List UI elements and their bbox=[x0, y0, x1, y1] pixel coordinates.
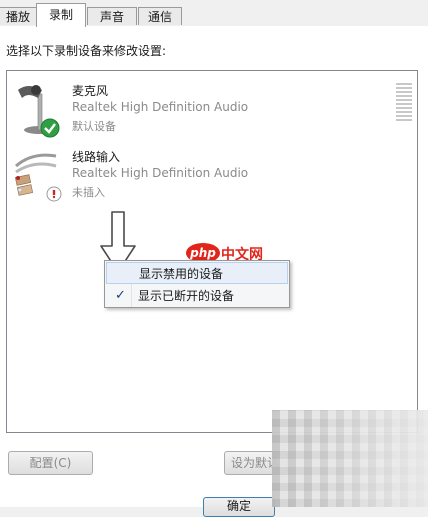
device-row-line-in[interactable]: 线路输入 Realtek High Definition Audio 未插入 bbox=[12, 146, 412, 204]
tab-label: 声音 bbox=[99, 10, 124, 24]
tab-label: 通信 bbox=[147, 10, 172, 24]
checkmark-icon: ✓ bbox=[115, 288, 126, 303]
device-row-microphone[interactable]: 麦克风 Realtek High Definition Audio 默认设备 bbox=[12, 80, 412, 138]
device-status: 默认设备 bbox=[72, 120, 116, 133]
menu-item-label: 显示已断开的设备 bbox=[138, 289, 235, 303]
tab-playback[interactable]: 播放 bbox=[0, 7, 38, 25]
context-menu: 显示禁用的设备 ✓ 显示已断开的设备 bbox=[104, 260, 290, 308]
instruction-text: 选择以下录制设备来修改设置: bbox=[6, 44, 167, 58]
menu-item-show-disconnected[interactable]: ✓ 显示已断开的设备 bbox=[106, 285, 288, 307]
default-device-check-icon bbox=[40, 118, 60, 138]
device-status: 未插入 bbox=[72, 186, 105, 199]
tab-label: 录制 bbox=[48, 8, 73, 22]
menu-item-label: 显示禁用的设备 bbox=[139, 267, 224, 281]
tab-recording[interactable]: 录制 bbox=[36, 3, 86, 27]
device-driver: Realtek High Definition Audio bbox=[72, 100, 249, 114]
device-name: 麦克风 bbox=[72, 84, 109, 98]
device-name: 线路输入 bbox=[72, 150, 121, 164]
tab-strip: 播放 录制 声音 通信 bbox=[0, 0, 428, 27]
menu-item-show-disabled[interactable]: 显示禁用的设备 bbox=[106, 262, 288, 284]
tab-communications[interactable]: 通信 bbox=[138, 7, 182, 25]
tab-label: 播放 bbox=[5, 10, 30, 24]
device-driver: Realtek High Definition Audio bbox=[72, 166, 249, 180]
unplugged-status-icon bbox=[46, 186, 62, 202]
pixelated-overlay bbox=[272, 410, 428, 507]
tab-sounds[interactable]: 声音 bbox=[87, 7, 137, 25]
ok-button[interactable]: 确定 bbox=[203, 497, 275, 517]
configure-button[interactable]: 配置(C) bbox=[8, 451, 93, 475]
